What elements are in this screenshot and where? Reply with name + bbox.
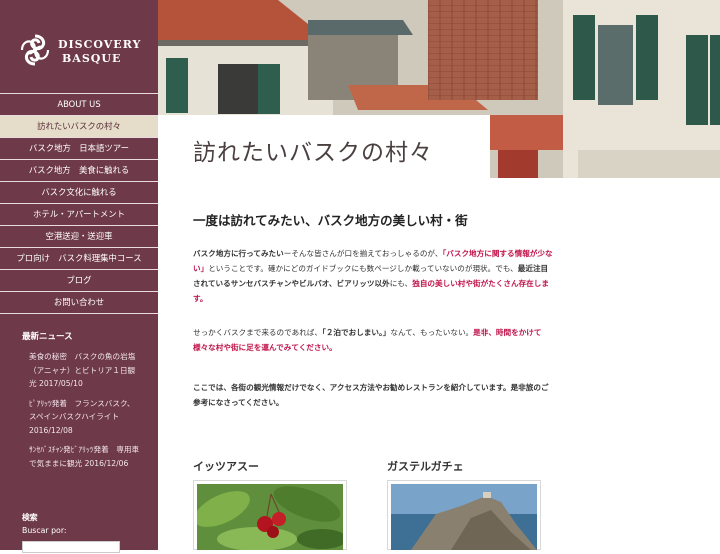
page-subtitle: 一度は訪れてみたい、バスク地方の美しい村・街 [193,213,468,228]
news-item[interactable]: ﾋﾟｱﾘｯﾂ発着 フランスバスク、スペインバスクハイライト 2016/12/08 [0,397,158,438]
news-item[interactable]: ｻﾝｾﾊﾞｽﾁｬﾝ発ﾋﾞｱﾘｯﾂ発着 専用車で気ままに観光 2016/12/06 [0,443,158,470]
nav-about-us[interactable]: ABOUT US [0,94,158,116]
nav-blog[interactable]: ブログ [0,270,158,292]
page-title: 訪れたいバスクの村々 [193,140,433,166]
search-input[interactable] [22,541,120,553]
stay-text-b: 「２泊でおしまい。」 [322,328,391,337]
bullet-icon [22,350,29,391]
news-item-text[interactable]: ｻﾝｾﾊﾞｽﾁｬﾝ発ﾋﾞｱﾘｯﾂ発着 専用車で気ままに観光 2016/12/06 [29,443,141,470]
news-item-text[interactable]: 美食の秘密 バスクの魚の岩塩（アニャナ）とビトリア１日観光 2017/05/10 [29,350,141,391]
search-title: 検索 [22,513,38,522]
intro-text-f: にも、 [389,279,413,288]
card-image-gaztelugatxe[interactable] [387,480,541,550]
nav-culture[interactable]: バスク文化に触れる [0,182,158,204]
nav-hotels[interactable]: ホテル・アパートメント [0,204,158,226]
nav-japanese-tour[interactable]: バスク地方 日本語ツアー [0,138,158,160]
basque-cross-icon [20,34,50,66]
news-item[interactable]: 美食の秘密 バスクの魚の岩塩（アニャナ）とビトリア１日観光 2017/05/10 [0,350,158,391]
bullet-icon [22,443,29,470]
card-title-itxassou[interactable]: イッツアスー [193,458,259,474]
card-image-itxassou[interactable] [193,480,347,551]
stay-text-c: なんて、もったいない。 [390,328,474,337]
nav-contact[interactable]: お問い合わせ [0,292,158,314]
search-widget: 検索 Buscar por: [0,512,158,553]
news-widget: 最新ニュース 美食の秘密 バスクの魚の岩塩（アニャナ）とビトリア１日観光 201… [0,330,158,470]
stay-paragraph: せっかくバスクまで来るのであれば、「２泊でおしまい。」なんて、もったいない。是非… [193,325,553,355]
brand-line-1: DISCOVERY [58,38,142,51]
card-title-gaztelugatxe[interactable]: ガステルガチェ [387,458,464,474]
island-photo [391,484,537,550]
stay-text-a: せっかくバスクまで来るのであれば、 [193,328,323,337]
site-logo[interactable]: DISCOVERY BASQUE [0,0,158,92]
nav-airport-transfer[interactable]: 空港送迎・送迎車 [0,226,158,248]
intro-paragraph: バスク地方に行ってみたいーそんな皆さんが口を揃えておっしゃるのが、「バスク地方に… [193,246,553,306]
guide-paragraph: ここでは、各街の観光情報だけでなく、アクセス方法やお勧めレストランを紹介していま… [193,383,549,407]
nav-villages[interactable]: 訪れたいバスクの村々 [0,116,158,138]
news-title: 最新ニュース [22,332,73,342]
sidebar: DISCOVERY BASQUE ABOUT US 訪れたいバスクの村々 バスク… [0,0,158,553]
bullet-icon [22,397,29,438]
brand-line-2: BASQUE [62,52,122,65]
nav-gourmet[interactable]: バスク地方 美食に触れる [0,160,158,182]
main-nav: ABOUT US 訪れたいバスクの村々 バスク地方 日本語ツアー バスク地方 美… [0,93,158,314]
news-item-text[interactable]: ﾋﾟｱﾘｯﾂ発着 フランスバスク、スペインバスクハイライト 2016/12/08 [29,397,141,438]
cherry-photo [194,484,347,551]
search-label: Buscar por: [22,526,67,535]
nav-pro-course[interactable]: プロ向け バスク料理集中コース [0,248,158,270]
intro-text-b: ーそんな皆さんが口を揃えておっしゃるのが、 [283,249,443,258]
intro-text-a: バスク地方に行ってみたい [193,249,284,258]
intro-text-d: ということです。確かにどのガイドブックにも数ページしか載っていないのが現状。でも… [208,264,518,273]
